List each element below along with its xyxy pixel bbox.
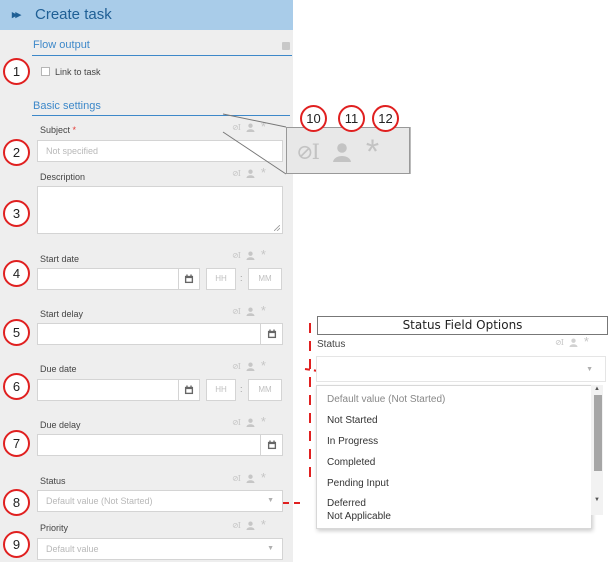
required-icon: * (365, 133, 380, 171)
callout-10: 10 (300, 105, 327, 132)
callout-11: 11 (338, 105, 365, 132)
scroll-up-icon[interactable]: ▲ (594, 386, 600, 392)
status-option[interactable]: Not Started (327, 415, 378, 426)
callout-4: 4 (3, 260, 30, 287)
user-icon (569, 338, 578, 347)
dropdown-scroll-thumb[interactable] (594, 395, 602, 471)
status-options-title: Status Field Options (317, 316, 608, 335)
status-option[interactable]: Default value (Not Started) (327, 394, 445, 405)
callout-1: 1 (3, 58, 30, 85)
user-icon (332, 143, 351, 162)
variable-icon: ⊘I (555, 337, 564, 347)
callout-2: 2 (3, 139, 30, 166)
callout-6: 6 (3, 373, 30, 400)
status-option[interactable]: Pending Input (327, 478, 389, 489)
status-option[interactable]: Completed (327, 457, 375, 468)
variable-icon: ⊘I (296, 140, 320, 164)
callout-9: 9 (3, 531, 30, 558)
callout-5: 5 (3, 319, 30, 346)
chevron-down-icon: ▼ (586, 366, 593, 373)
status-options-dropdown: Default value (Not Started) Not Started … (316, 385, 592, 529)
status-options-select[interactable]: ▼ (316, 356, 606, 382)
callout-7: 7 (3, 430, 30, 457)
status-option[interactable]: Not Applicable (327, 511, 391, 522)
required-icon: * (583, 334, 589, 349)
status-option[interactable]: Deferred (327, 498, 366, 509)
callout-12: 12 (372, 105, 399, 132)
zoomed-field-icons: ⊘I * (296, 133, 380, 171)
callout-8: 8 (3, 489, 30, 516)
status-options-field-label: Status (317, 339, 346, 350)
field-options-icons: ⊘I * (555, 334, 589, 349)
callout-3: 3 (3, 200, 30, 227)
status-option[interactable]: In Progress (327, 436, 378, 447)
scroll-down-icon[interactable]: ▼ (594, 497, 600, 503)
